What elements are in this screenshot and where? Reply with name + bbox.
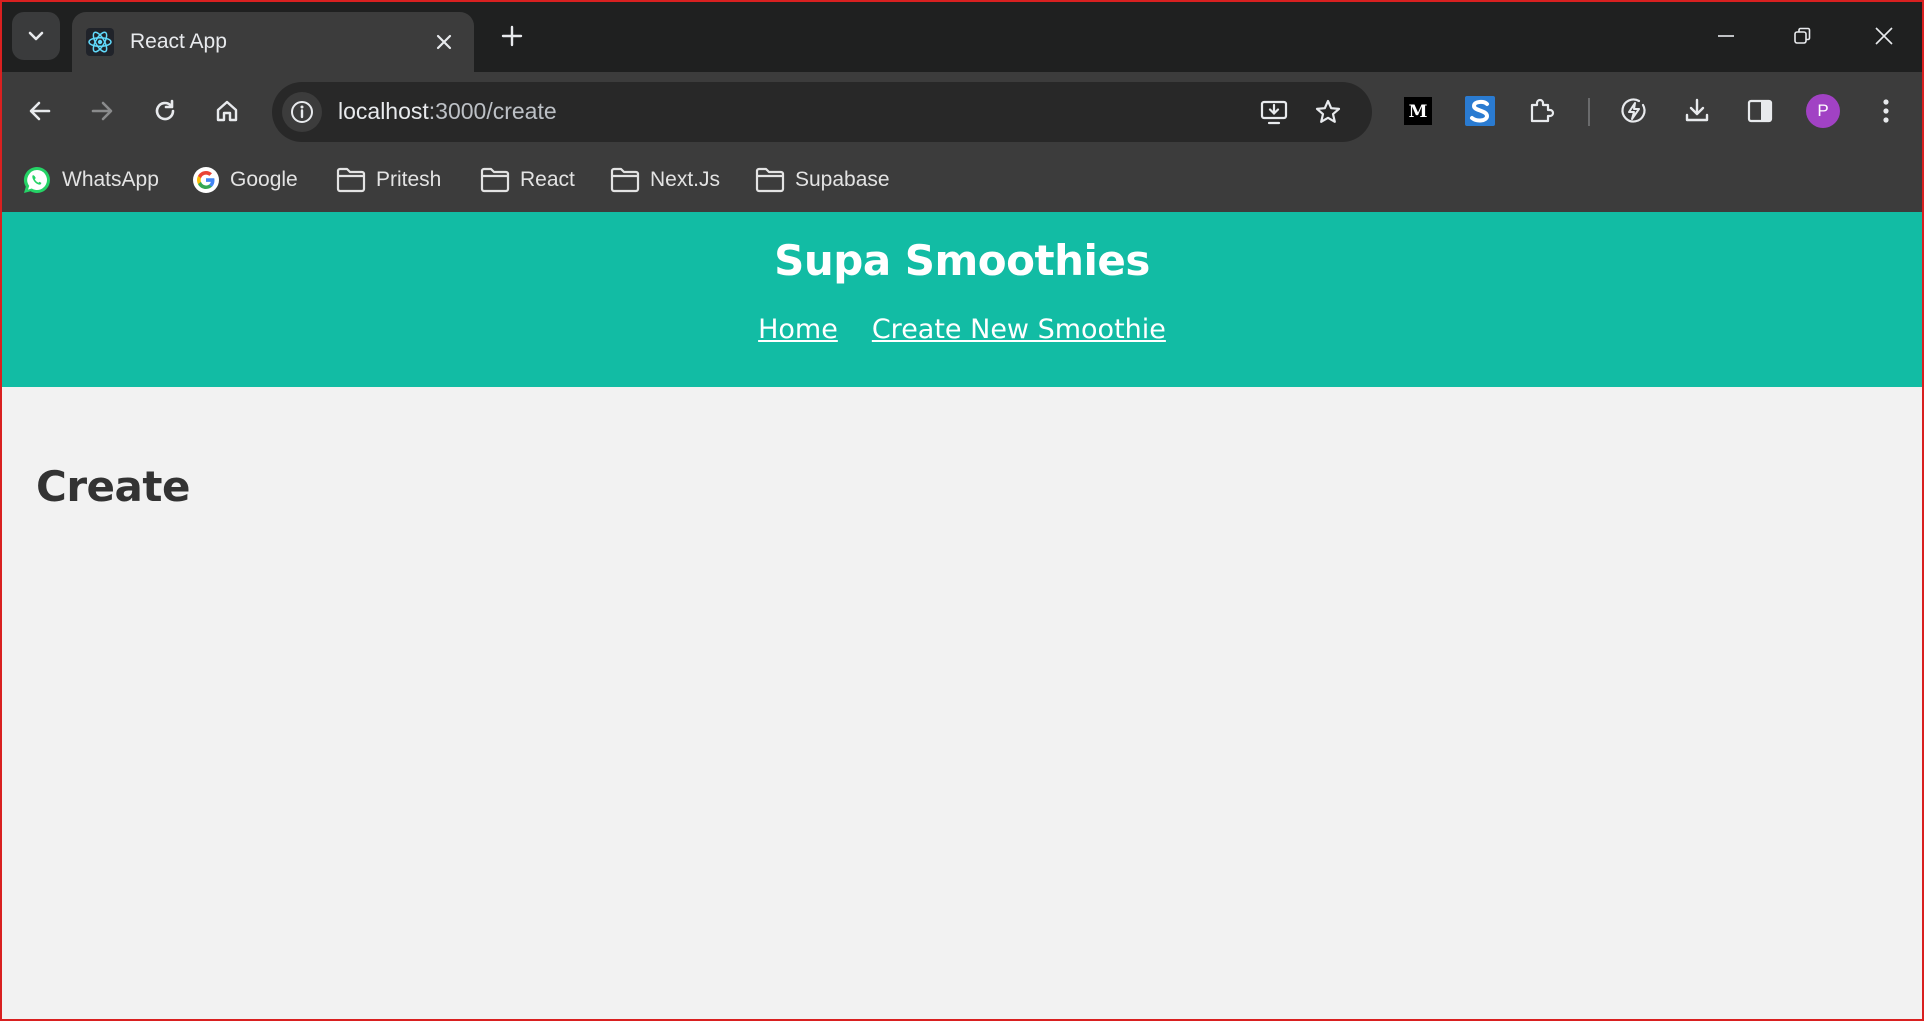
performance-button[interactable] [1612, 89, 1656, 133]
kebab-menu-icon [1883, 99, 1889, 123]
nav-link-create-new-smoothie[interactable]: Create New Smoothie [872, 314, 1166, 345]
page-title: Create [36, 462, 190, 511]
address-bar[interactable]: localhost:3000/create [272, 82, 1372, 142]
bookmark-label: Pritesh [376, 168, 442, 191]
side-panel-icon [1747, 99, 1773, 123]
active-tab[interactable]: React App [72, 12, 474, 72]
toolbar-divider [1588, 98, 1590, 126]
downloads-button[interactable] [1675, 89, 1719, 133]
site-title: Supa Smoothies [774, 236, 1150, 285]
plus-icon [501, 25, 523, 47]
new-tab-button[interactable] [492, 16, 532, 56]
restore-icon [1794, 27, 1811, 44]
avatar-initial: P [1817, 101, 1829, 120]
bookmark-folder-supabase[interactable]: Supabase [755, 162, 890, 198]
url-text[interactable]: localhost:3000/create [338, 98, 557, 125]
browser-toolbar: localhost:3000/create M P [0, 72, 1924, 150]
tab-title: React App [130, 30, 227, 53]
minimize-icon [1718, 35, 1734, 37]
site-info-icon[interactable] [282, 92, 322, 132]
lightning-icon [1621, 98, 1646, 123]
forward-button[interactable] [80, 89, 124, 133]
home-button[interactable] [205, 89, 249, 133]
chevron-down-icon [28, 31, 44, 41]
minimize-button[interactable] [1704, 14, 1748, 58]
s-extension-icon [1465, 96, 1495, 126]
arrow-left-icon [29, 101, 51, 121]
puzzle-icon [1530, 98, 1555, 123]
folder-icon [610, 167, 640, 193]
download-icon [1685, 98, 1709, 122]
bookmark-whatsapp[interactable]: WhatsApp [22, 162, 159, 198]
google-icon [193, 167, 219, 193]
react-icon [86, 28, 114, 56]
extensions-button[interactable] [1520, 89, 1564, 133]
whatsapp-icon [23, 166, 50, 194]
bookmark-label: WhatsApp [62, 168, 159, 191]
avatar: P [1806, 94, 1840, 128]
home-icon [216, 100, 238, 122]
tab-close-icon[interactable] [426, 24, 462, 60]
s-extension[interactable] [1458, 89, 1502, 133]
restore-button[interactable] [1780, 14, 1824, 58]
bookmarks-bar: WhatsApp Google Pritesh React Next.Js Su… [0, 150, 1924, 212]
medium-extension[interactable]: M [1396, 89, 1440, 133]
title-bar: React App [0, 0, 1924, 72]
nav-link-home[interactable]: Home [758, 314, 838, 345]
site-header: Supa Smoothies Home Create New Smoothie [0, 212, 1924, 387]
install-app-icon[interactable] [1254, 92, 1294, 132]
bookmark-label: Next.Js [650, 168, 721, 191]
back-button[interactable] [18, 89, 62, 133]
svg-text:M: M [1409, 102, 1428, 122]
close-window-button[interactable] [1862, 14, 1906, 58]
bookmark-star-icon[interactable] [1308, 92, 1348, 132]
bookmark-label: React [520, 168, 575, 191]
site-nav: Home Create New Smoothie [0, 314, 1924, 345]
url-path: :3000/create [428, 98, 557, 124]
medium-icon: M [1404, 97, 1432, 125]
side-panel-button[interactable] [1738, 89, 1782, 133]
reload-button[interactable] [143, 89, 187, 133]
url-host: localhost [338, 98, 429, 124]
tab-search-button[interactable] [12, 12, 60, 60]
folder-icon [755, 167, 785, 193]
folder-icon [480, 167, 510, 193]
bookmark-folder-nextjs[interactable]: Next.Js [610, 162, 720, 198]
bookmark-google[interactable]: Google [192, 162, 298, 198]
reload-icon [155, 99, 175, 121]
folder-icon [336, 167, 366, 193]
bookmark-folder-pritesh[interactable]: Pritesh [336, 162, 441, 198]
bookmark-label: Google [230, 168, 298, 191]
bookmark-folder-react[interactable]: React [480, 162, 575, 198]
menu-button[interactable] [1864, 89, 1908, 133]
bookmark-label: Supabase [795, 168, 890, 191]
profile-button[interactable]: P [1801, 89, 1845, 133]
close-icon [1875, 27, 1893, 45]
arrow-right-icon [91, 101, 113, 121]
